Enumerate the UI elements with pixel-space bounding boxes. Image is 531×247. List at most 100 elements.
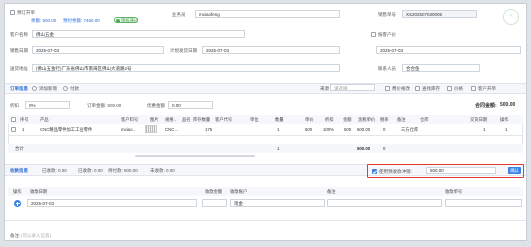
receipt-amount-field[interactable] [202, 199, 227, 207]
order-date-field[interactable]: 2025-07-03 [32, 46, 164, 54]
col-remark: 备注 [397, 117, 406, 122]
plan-date-label: 计划发货日期 [170, 48, 197, 53]
use-prepay-label: 使用预收款冲销: [379, 169, 412, 174]
paid-text: 已收款: 0.00 [78, 168, 103, 173]
sum-amount: 500.00 [357, 146, 371, 151]
discount-label: 折扣 [10, 103, 19, 108]
rcol-account: 收款账户 [230, 189, 248, 194]
radio-new[interactable] [32, 86, 37, 91]
rcol-amount: 收款金额 [205, 189, 223, 194]
select-all-checkbox[interactable] [11, 117, 16, 122]
price-checkbox[interactable] [447, 86, 452, 91]
row-tax-rate: 0 [383, 127, 386, 132]
rcol-action: 操作 [13, 189, 22, 194]
col-tax-rate: 税率 [380, 117, 389, 122]
row-customer-code: mxiao.. [121, 127, 135, 132]
radio-pay-label: 付款 [70, 86, 79, 91]
table-scrollbar[interactable] [135, 155, 255, 157]
approved-stamp-icon: ✓ [503, 9, 519, 25]
plan-date-field[interactable]: 2025-07-03 [202, 46, 340, 54]
contact-label: 联系人员 [378, 66, 396, 71]
sum-tax: 0 [383, 146, 386, 151]
search-stock-label: 查找库存 [422, 86, 440, 91]
total-label: 合同金额: [475, 103, 497, 109]
preorder-checkbox[interactable] [10, 10, 15, 15]
row-tax-price: 500.00 [357, 127, 371, 132]
preorder-label: 预订开单 [17, 10, 35, 15]
confirm-button[interactable]: 确认 [508, 167, 521, 174]
product-table-header [8, 115, 523, 124]
order-no-field: XS202507030005 [402, 10, 477, 18]
col-spec: 规格.. [165, 117, 176, 122]
status-badge-label: 审核通过 [121, 18, 139, 24]
col-delivery: 交货日期 [470, 117, 488, 122]
reduce-label: 优惠金额 [147, 103, 165, 108]
product-image[interactable] [145, 125, 157, 133]
order-info-title: 订单信息 [10, 86, 28, 91]
address-label: 送货地址 [10, 66, 28, 71]
rcol-remark: 备注 [327, 189, 336, 194]
row-qty[interactable]: 1 [277, 127, 279, 132]
row-stock: 175 [205, 127, 213, 132]
customer-order-checkbox[interactable] [471, 86, 476, 91]
table-summary-row [8, 144, 523, 153]
customer-price-checkbox[interactable] [371, 32, 376, 37]
col-customer-no: 客户代号 [215, 117, 233, 122]
reduce-field[interactable]: 0.00 [168, 101, 213, 109]
customer-price-label: 按客户价 [378, 32, 396, 37]
col-amount: 金额 [343, 117, 352, 122]
receipt-account-field[interactable]: 现金 [230, 199, 325, 207]
col-stock: 库存数量 [193, 117, 211, 122]
price-label: 价格 [454, 86, 463, 91]
col-image: 图片 [150, 117, 159, 122]
row-index: 1 [22, 127, 25, 132]
row-product[interactable]: CNC精品零件加工工业零件 [40, 127, 92, 133]
row-divider [8, 135, 523, 136]
receipt-date-field[interactable]: 2025-07-03 [27, 199, 197, 207]
prepay-amount-field[interactable]: 500.00 [426, 167, 496, 174]
received-text: 已收款: 0.00 [42, 168, 67, 173]
salesman-label: 业务员 [172, 12, 186, 17]
order-date-label: 销售日期 [10, 48, 28, 53]
row-price[interactable]: 500 [305, 127, 312, 132]
row-spec: CNC... [165, 127, 178, 132]
receipt-title: 收款信息 [10, 168, 28, 173]
row-checkbox[interactable] [11, 127, 16, 132]
customer-field[interactable]: 佛山五金 [32, 30, 245, 38]
price-change-checkbox[interactable] [385, 86, 390, 91]
col-warehouse: 仓库 [420, 117, 429, 122]
sales-order-form: 预订开单 余额: 500.00 预付余额: 7460.00 审核通过 业务员 m… [4, 3, 527, 241]
receipt-no-field[interactable] [445, 199, 522, 207]
sum-qty: 1 [277, 146, 280, 151]
search-stock-checkbox[interactable] [415, 86, 420, 91]
col-discount: 折扣 [325, 117, 334, 122]
note-label: 备注: [10, 233, 21, 238]
col-action: 操作 [500, 117, 509, 122]
source-select[interactable]: 请选择 [330, 84, 375, 91]
row-extra-2: 1 [505, 127, 508, 132]
radio-pay[interactable] [63, 86, 68, 91]
receipt-remark-field[interactable] [327, 199, 442, 207]
address-field[interactable]: (佛山五金行)广东省佛山市南海区佛山大道路2号 [32, 64, 340, 72]
price-change-label: 费价格改 [392, 86, 410, 91]
add-row-icon[interactable] [14, 200, 21, 207]
row-discount[interactable]: 100% [323, 127, 334, 132]
col-product: 产品 [40, 117, 49, 122]
rcol-receipt-no: 收款单号 [445, 189, 463, 194]
customer-label: 客户名称 [10, 32, 28, 37]
row-warehouse[interactable]: 三方仓库 [401, 127, 418, 133]
row-amount: 500 [344, 127, 352, 132]
unpaid-text: 未收款: 0.00 [150, 168, 175, 173]
customer-order-label: 客户开单 [478, 86, 496, 91]
use-prepay-checkbox[interactable] [372, 169, 377, 174]
order-amount-text: 订单金额: 500.00 [87, 103, 122, 108]
col-price: 单价 [305, 117, 314, 122]
note-input[interactable]: (可以录入信息) [21, 233, 51, 239]
order-no-label: 销售单号 [378, 12, 396, 17]
contact-field[interactable]: 合合鱼 [402, 64, 480, 72]
discount-field[interactable]: 0% [25, 101, 70, 109]
date-field[interactable]: 2025-07-03 [376, 46, 521, 54]
salesman-field[interactable]: mxiaofeng [195, 10, 340, 18]
col-index: 序号 [20, 117, 29, 122]
total-value: 500.00 [500, 102, 516, 108]
